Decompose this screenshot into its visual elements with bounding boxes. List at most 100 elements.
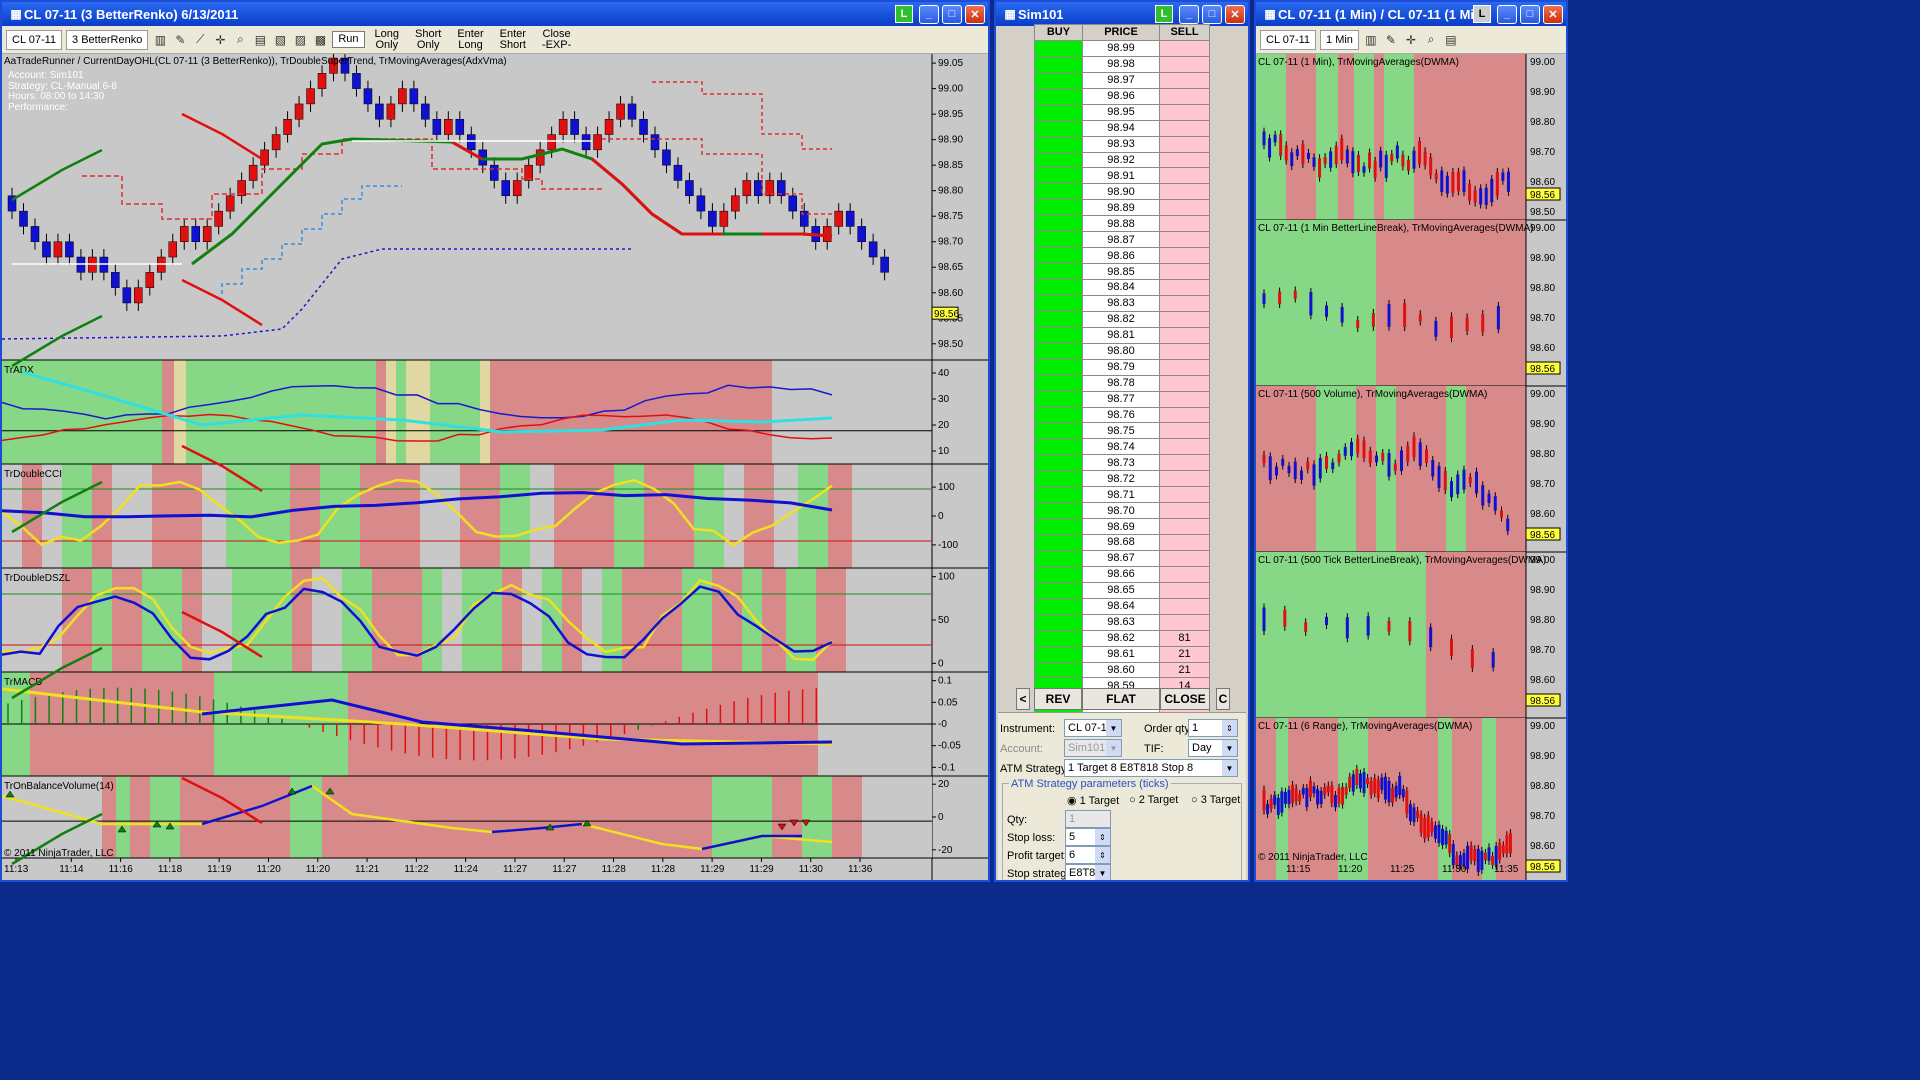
stepper-icon[interactable]: ⇕ xyxy=(1222,720,1237,736)
bid-cell[interactable] xyxy=(1034,326,1083,344)
ask-cell[interactable] xyxy=(1159,565,1210,583)
bid-cell[interactable] xyxy=(1034,167,1083,185)
ask-cell[interactable] xyxy=(1159,135,1210,153)
multi-close-icon[interactable]: ✕ xyxy=(1543,4,1563,24)
run-button[interactable]: Run xyxy=(332,31,365,48)
draw-pencil-icon[interactable]: ✎ xyxy=(172,32,188,48)
close-icon[interactable]: ✕ xyxy=(965,4,985,24)
ladder-row[interactable]: 98.62 81 xyxy=(1034,629,1210,647)
main-title-bar[interactable]: ▦ CL 07-11 (3 BetterRenko) 6/13/2011 L _… xyxy=(2,2,988,26)
chevron-down-icon[interactable]: ▼ xyxy=(1222,760,1237,776)
ask-cell[interactable] xyxy=(1159,294,1210,312)
ask-cell[interactable] xyxy=(1159,502,1210,520)
ask-cell[interactable] xyxy=(1159,215,1210,233)
link-badge[interactable]: L xyxy=(895,5,913,23)
ask-cell[interactable] xyxy=(1159,87,1210,105)
rev-button[interactable]: REV xyxy=(1034,688,1082,710)
bid-cell[interactable] xyxy=(1034,151,1083,169)
properties-icon[interactable]: ▤ xyxy=(1443,32,1459,48)
ladder-row[interactable]: 98.74 xyxy=(1034,438,1210,456)
ladder-row[interactable]: 98.91 xyxy=(1034,167,1210,185)
bid-cell[interactable] xyxy=(1034,103,1083,121)
ladder-row[interactable]: 98.73 xyxy=(1034,454,1210,472)
zoom-icon[interactable]: ⌕ xyxy=(1423,32,1439,48)
chevron-down-icon[interactable]: ▼ xyxy=(1095,865,1110,880)
multi-title-bar[interactable]: ▦ CL 07-11 (1 Min) / CL 07-11 (1 Min Bet… xyxy=(1256,2,1566,26)
ladder-row[interactable]: 98.97 xyxy=(1034,71,1210,89)
draw-line-icon[interactable]: ⟋ xyxy=(192,32,208,48)
ask-cell[interactable]: 81 xyxy=(1159,629,1210,647)
bar-style-icon[interactable]: ▥ xyxy=(152,32,168,48)
ladder-row[interactable]: 98.76 xyxy=(1034,406,1210,424)
ladder-row[interactable]: 98.86 xyxy=(1034,247,1210,265)
ladder-row[interactable]: 98.81 xyxy=(1034,326,1210,344)
ask-cell[interactable] xyxy=(1159,55,1210,73)
bid-cell[interactable] xyxy=(1034,183,1083,201)
ladder-row[interactable]: 98.60 21 xyxy=(1034,661,1210,679)
ask-cell[interactable] xyxy=(1159,71,1210,89)
ladder-row[interactable]: 98.65 xyxy=(1034,581,1210,599)
ask-cell[interactable] xyxy=(1159,438,1210,456)
ask-cell[interactable] xyxy=(1159,358,1210,376)
stop-strategy-field[interactable]: E8T818 ▼ xyxy=(1065,864,1111,880)
ask-cell[interactable] xyxy=(1159,454,1210,472)
ladder-row[interactable]: 98.61 21 xyxy=(1034,645,1210,663)
bid-cell[interactable] xyxy=(1034,406,1083,424)
ladder-row[interactable]: 98.85 xyxy=(1034,263,1210,280)
bid-cell[interactable] xyxy=(1034,87,1083,105)
target-3-radio[interactable]: ○ 3 Target xyxy=(1191,794,1240,806)
tif-field[interactable]: Day ▼ xyxy=(1188,739,1238,757)
ask-cell[interactable] xyxy=(1159,326,1210,344)
ask-cell[interactable] xyxy=(1159,534,1210,551)
ladder-row[interactable]: 98.96 xyxy=(1034,87,1210,105)
dom-title-bar[interactable]: ▦ Sim101 L _ □ ✕ xyxy=(996,2,1248,26)
crosshair-icon[interactable]: ✛ xyxy=(212,32,228,48)
ladder-row[interactable]: 98.78 xyxy=(1034,374,1210,392)
multi-period-dropdown[interactable]: 1 Min xyxy=(1320,29,1359,50)
bid-cell[interactable] xyxy=(1034,518,1083,535)
stepper-icon[interactable]: ⇕ xyxy=(1095,847,1110,863)
bid-cell[interactable] xyxy=(1034,71,1083,89)
ladder-row[interactable]: 98.67 xyxy=(1034,549,1210,567)
bid-cell[interactable] xyxy=(1034,470,1083,488)
ladder-row[interactable]: 98.70 xyxy=(1034,502,1210,520)
ladder-row[interactable]: 98.64 xyxy=(1034,597,1210,615)
bid-cell[interactable] xyxy=(1034,549,1083,567)
ladder-row[interactable]: 98.89 xyxy=(1034,199,1210,217)
profit-target-field[interactable]: 6 ⇕ xyxy=(1065,846,1111,864)
ask-cell[interactable] xyxy=(1159,518,1210,535)
dom-maximize-icon[interactable]: □ xyxy=(1202,4,1222,24)
bid-cell[interactable] xyxy=(1034,422,1083,440)
multi-minimize-icon[interactable]: _ xyxy=(1497,4,1517,24)
flat-button[interactable]: FLAT xyxy=(1082,688,1160,710)
ask-cell[interactable] xyxy=(1159,39,1210,57)
bid-cell[interactable] xyxy=(1034,231,1083,249)
ask-cell[interactable] xyxy=(1159,183,1210,201)
ask-cell[interactable] xyxy=(1159,374,1210,392)
ladder-row[interactable]: 98.99 xyxy=(1034,39,1210,57)
zoom-icon[interactable]: ⌕ xyxy=(232,32,248,48)
bid-cell[interactable] xyxy=(1034,39,1083,57)
bid-cell[interactable] xyxy=(1034,247,1083,265)
ask-cell[interactable] xyxy=(1159,231,1210,249)
close-exp-button[interactable]: Close -EXP- xyxy=(536,26,577,53)
atm-field[interactable]: 1 Target 8 E8T818 Stop 8 ▼ xyxy=(1064,759,1238,777)
ask-cell[interactable] xyxy=(1159,151,1210,169)
bid-cell[interactable] xyxy=(1034,390,1083,408)
ask-cell[interactable] xyxy=(1159,103,1210,121)
ask-cell[interactable] xyxy=(1159,167,1210,185)
ladder-row[interactable]: 98.82 xyxy=(1034,310,1210,328)
bid-cell[interactable] xyxy=(1034,597,1083,615)
indicators-icon[interactable]: ▧ xyxy=(272,32,288,48)
maximize-icon[interactable]: □ xyxy=(942,4,962,24)
minimize-icon[interactable]: _ xyxy=(919,4,939,24)
properties-icon[interactable]: ▤ xyxy=(252,32,268,48)
multi-instrument-dropdown[interactable]: CL 07-11 xyxy=(1260,29,1317,50)
ask-cell[interactable] xyxy=(1159,279,1210,296)
nav-left-button[interactable]: < xyxy=(1016,688,1030,710)
bid-cell[interactable] xyxy=(1034,119,1083,137)
target-2-radio[interactable]: ○ 2 Target xyxy=(1129,794,1178,806)
bid-cell[interactable] xyxy=(1034,263,1083,280)
ladder-row[interactable]: 98.87 xyxy=(1034,231,1210,249)
bid-cell[interactable] xyxy=(1034,310,1083,328)
